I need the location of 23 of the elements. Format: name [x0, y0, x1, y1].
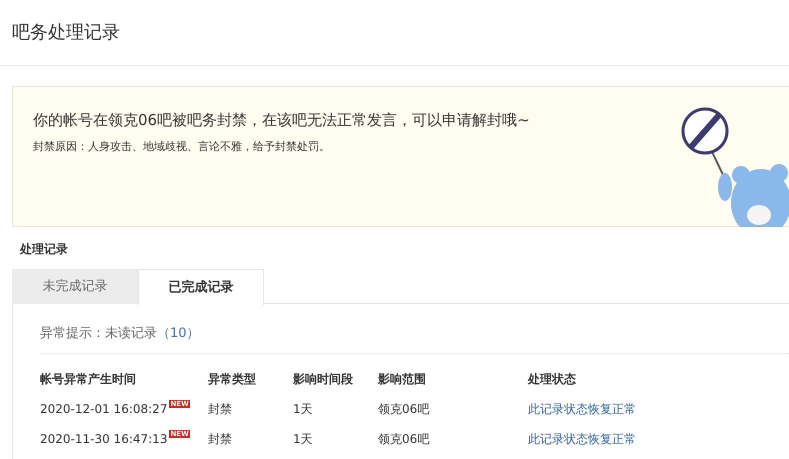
- table-cell-text: 封禁: [208, 400, 233, 418]
- notice-message: 你的帐号在领克06吧被吧务封禁，在该吧无法正常发言，可以申请解封哦~: [33, 110, 531, 131]
- tab[interactable]: 未完成记录: [12, 269, 138, 304]
- table-cell-text: 1天: [293, 430, 314, 448]
- tab[interactable]: 已完成记录: [138, 269, 264, 305]
- column-header: 处理状态: [528, 370, 577, 388]
- ban-reason: 封禁原因：人身攻击、地域歧视、言论不雅，给予封禁处罚。: [33, 139, 331, 155]
- column-header: 影响范围: [378, 370, 427, 388]
- status-link[interactable]: 此记录状态恢复正常: [528, 430, 636, 448]
- table-cell-text: 2020-11-30 16:47:13: [40, 430, 168, 448]
- column-header: 异常类型: [208, 370, 257, 388]
- column-header: 影响时间段: [293, 370, 354, 388]
- table-cell-text: 1天: [293, 400, 314, 418]
- table-cell-text: 领克06吧: [378, 400, 430, 418]
- unread-count: （10）: [157, 325, 200, 343]
- status-link[interactable]: 此记录状态恢复正常: [528, 400, 636, 418]
- table-cell-text: 领克06吧: [378, 430, 430, 448]
- page-title: 吧务处理记录: [12, 21, 121, 45]
- table-cell-text: 封禁: [208, 430, 233, 448]
- table-cell-text: 2020-12-01 16:08:27: [40, 400, 168, 418]
- hint-label: 异常提示：未读记录: [40, 325, 157, 343]
- section-title: 处理记录: [20, 241, 69, 257]
- column-header: 帐号异常产生时间: [40, 370, 137, 388]
